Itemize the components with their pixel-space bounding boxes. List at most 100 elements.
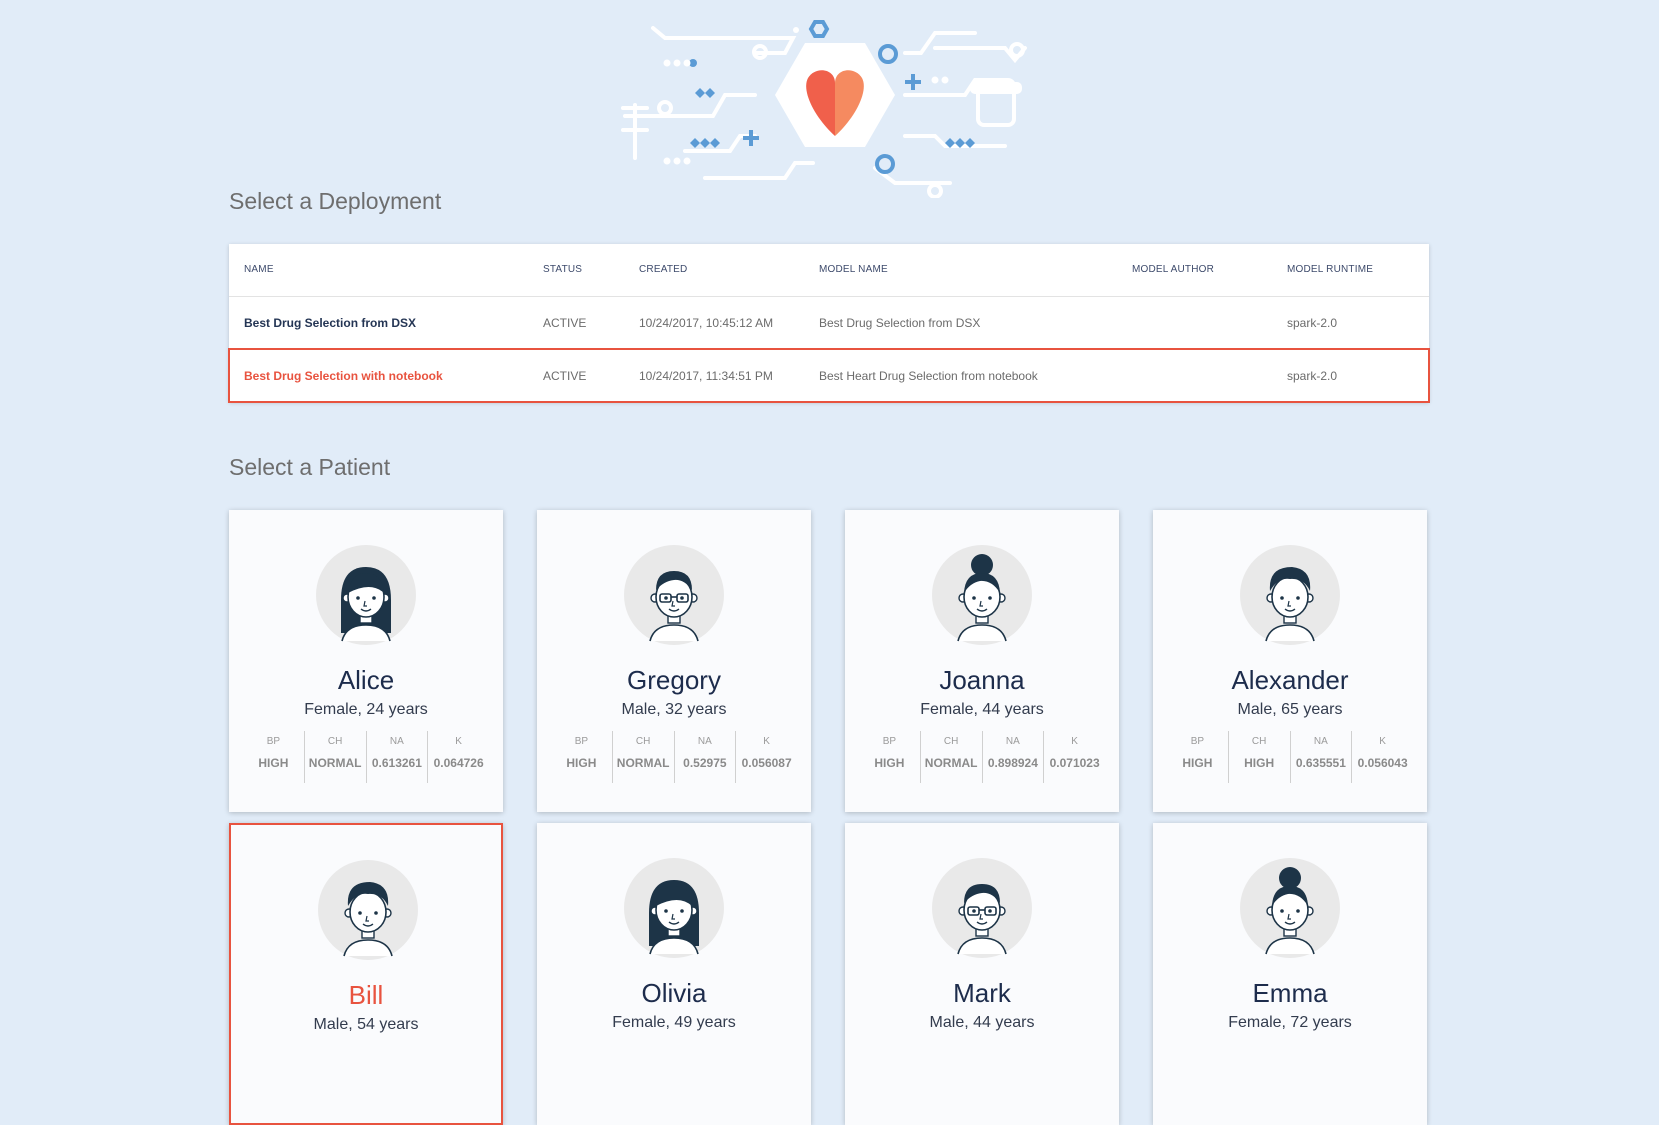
deployment-cell-runtime: spark-2.0 [1287,369,1338,383]
stat-ch: CH NORMAL [303,731,366,783]
patient-card[interactable]: Emma Female, 72 years [1153,823,1427,1125]
deployment-cell-runtime: spark-2.0 [1287,316,1338,330]
patient-card[interactable]: Olivia Female, 49 years [537,823,811,1125]
deployment-cell-model-name: Best Drug Selection from DSX [819,316,981,330]
deployment-cell-name: Best Drug Selection from DSX [244,316,417,330]
column-header: NAME [244,264,274,275]
stat-value: 0.056043 [1357,756,1408,770]
stat-value: HIGH [258,756,289,770]
stat-label: CH [327,736,343,747]
patient-demographics: Female, 24 years [304,701,428,718]
stat-ch: CH NORMAL [611,731,674,783]
patient-name: Joanna [939,665,1025,695]
stat-k: K 0.064726 [427,731,489,783]
female-bun-avatar [1240,858,1340,958]
stat-label: BP [574,736,589,747]
column-header: MODEL AUTHOR [1132,264,1215,275]
deployment-row[interactable]: Best Drug Selection with notebook ACTIVE 1… [228,348,1430,403]
stat-label: BP [266,736,281,747]
patient-card[interactable]: Mark Male, 44 years [845,823,1119,1125]
stat-label: K [1379,736,1386,747]
patient-demographics: Female, 49 years [612,1014,736,1031]
stat-value: NORMAL [924,756,978,770]
stat-value: 0.613261 [371,756,422,770]
stat-value: NORMAL [308,756,362,770]
stat-na: NA 0.613261 [365,731,428,783]
patient-section-title: Select a Patient [229,454,391,480]
table-header-row: NAME STATUS CREATED MODEL NAME MODEL AUTHOR M… [229,244,1429,296]
stat-na: NA 0.898924 [981,731,1044,783]
stat-value: 0.056087 [741,756,792,770]
deployment-cell-created: 10/24/2017, 10:45:12 AM [639,316,774,330]
stat-value: HIGH [1244,756,1275,770]
patient-card[interactable]: Alexander Male, 65 years BP HIGH CH HIGH NA 0.6… [1153,510,1427,812]
heart-circuit-illustration [621,20,1027,198]
patient-stats: BP HIGH CH NORMAL NA 0.52975 K 0.056087 [551,731,797,783]
stat-ch: CH NORMAL [919,731,982,783]
stat-value: HIGH [874,756,905,770]
patient-name: Alice [337,665,395,695]
patient-demographics: Male, 65 years [1237,701,1343,718]
stat-label: CH [943,736,959,747]
patient-stats: BP HIGH CH NORMAL NA 0.613261 K 0.064726 [243,731,489,783]
stat-value: 0.635551 [1295,756,1346,770]
stat-value: 0.898924 [987,756,1038,770]
stat-label: NA [389,736,404,747]
stat-value: 0.064726 [433,756,484,770]
male-hair-avatar [318,860,418,960]
patient-demographics: Male, 54 years [313,1016,419,1033]
deployment-table: NAME STATUS CREATED MODEL NAME MODEL AUTHOR M… [228,244,1430,403]
stat-value: 0.52975 [683,756,727,770]
column-header: CREATED [639,264,688,275]
column-header: STATUS [543,264,583,275]
patient-demographics: Female, 44 years [920,701,1044,718]
stat-value: HIGH [1182,756,1213,770]
stat-label: K [1071,736,1078,747]
stat-k: K 0.071023 [1043,731,1105,783]
patient-demographics: Female, 72 years [1228,1014,1352,1031]
patient-stats: BP HIGH CH HIGH NA 0.635551 K 0.056043 [1167,731,1413,783]
deployment-cell-model-name: Best Heart Drug Selection from notebook [819,369,1038,383]
patient-name: Bill [348,980,384,1010]
patient-card[interactable]: Alice Female, 24 years BP HIGH CH NORMAL NA 0.6… [229,510,503,812]
deployment-row[interactable]: Best Drug Selection from DSX ACTIVE 10/24/… [229,296,1429,349]
male-hair-avatar [1240,545,1340,645]
deployment-cell-status: ACTIVE [543,316,587,330]
stat-na: NA 0.635551 [1289,731,1352,783]
stat-label: NA [1313,736,1328,747]
stat-label: NA [697,736,712,747]
stat-label: BP [1190,736,1205,747]
stat-label: K [763,736,770,747]
stat-label: CH [635,736,651,747]
deployment-cell-created: 10/24/2017, 11:34:51 PM [639,369,773,383]
stat-k: K 0.056087 [735,731,797,783]
stat-label: CH [1251,736,1267,747]
patient-name: Alexander [1231,665,1349,695]
stat-label: K [455,736,462,747]
male-glasses-avatar [624,545,724,645]
patient-card[interactable]: Joanna Female, 44 years BP HIGH CH NORMAL NA 0.… [845,510,1119,812]
stat-k: K 0.056043 [1351,731,1413,783]
column-header: MODEL RUNTIME [1287,264,1374,275]
stat-bp: BP HIGH [243,731,304,783]
column-header: MODEL NAME [819,264,888,275]
deployment-cell-status: ACTIVE [543,369,587,383]
patient-name: Olivia [641,978,707,1008]
deployment-cell-name: Best Drug Selection with notebook [244,369,443,383]
stat-value: NORMAL [616,756,670,770]
deployment-section-title: Select a Deployment [229,188,442,214]
female-long-hair-avatar [316,545,416,645]
stat-label: NA [1005,736,1020,747]
stat-na: NA 0.52975 [673,731,736,783]
stat-bp: BP HIGH [859,731,920,783]
patient-card[interactable]: Bill Male, 54 years [229,823,503,1125]
male-glasses-avatar [932,858,1032,958]
stat-value: 0.071023 [1049,756,1100,770]
patient-name: Emma [1252,978,1328,1008]
patient-card[interactable]: Gregory Male, 32 years BP HIGH CH NORMAL NA 0.5… [537,510,811,812]
stat-label: BP [882,736,897,747]
patient-name: Gregory [627,665,721,695]
patient-stats: BP HIGH CH NORMAL NA 0.898924 K 0.071023 [859,731,1105,783]
stat-bp: BP HIGH [551,731,612,783]
stat-ch: CH HIGH [1227,731,1290,783]
